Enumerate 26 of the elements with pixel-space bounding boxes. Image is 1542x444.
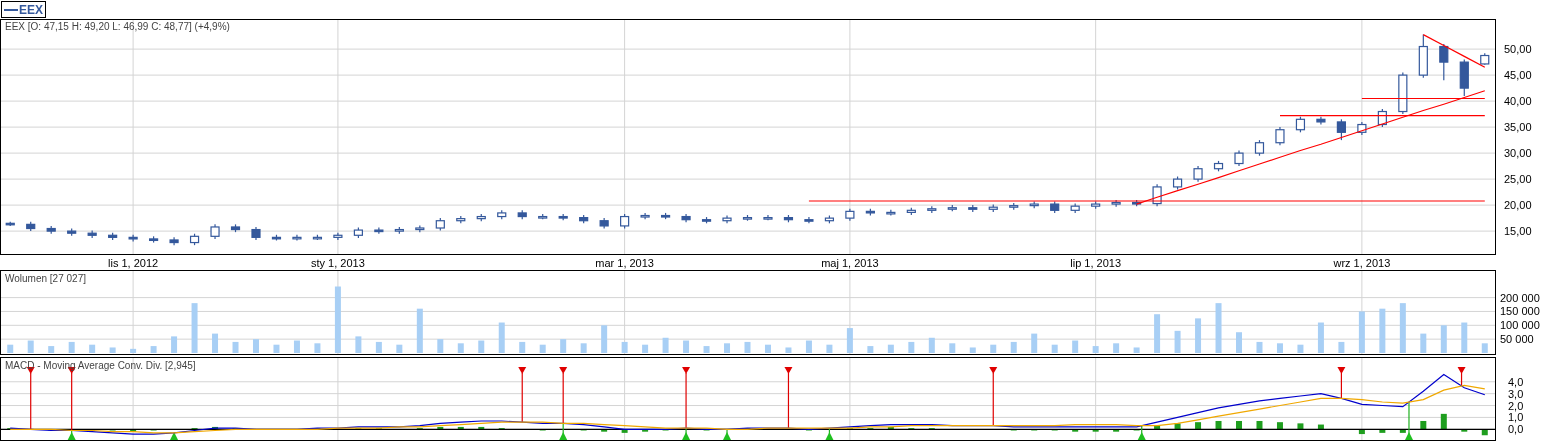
axis-label: 1,0: [1508, 411, 1524, 424]
axis-label: 30,00: [1504, 147, 1532, 160]
axis-label: 50,00: [1504, 43, 1532, 56]
axis-label: 15,00: [1504, 225, 1532, 238]
axis-label: 45,00: [1504, 69, 1532, 82]
axis-label: 25,00: [1504, 173, 1532, 186]
chart-title: MACD - Moving Average Conv. Div. [2,945]: [5, 360, 196, 371]
axis-label: maj 1, 2013: [821, 257, 879, 269]
axis-label: 0,0: [1508, 423, 1524, 436]
axis-label: 2,0: [1508, 399, 1524, 412]
axis-label: 150 000: [1500, 305, 1540, 318]
axis-label: 20,00: [1504, 199, 1532, 212]
chart-title: Wolumen [27 027]: [5, 273, 86, 284]
axis-label: mar 1, 2013: [595, 257, 654, 269]
axis-label: 35,00: [1504, 121, 1532, 134]
axis-label: 4,0: [1508, 375, 1524, 388]
axis-label: wrz 1, 2013: [1333, 257, 1391, 269]
axis-label: 100 000: [1500, 319, 1540, 332]
axis-label: sty 1, 2013: [311, 257, 365, 269]
axis-label: lis 1, 2012: [108, 257, 159, 269]
axis-label: 40,00: [1504, 95, 1532, 108]
axis-label: 50 000: [1500, 333, 1534, 346]
axis-label: 3,0: [1508, 387, 1524, 400]
axis-label: lip 1, 2013: [1070, 257, 1122, 269]
axis-label: 200 000: [1500, 291, 1540, 304]
chart-title: EEX [O: 47,15 H: 49,20 L: 46,99 C: 48,77] (+4,9%): [5, 21, 230, 32]
